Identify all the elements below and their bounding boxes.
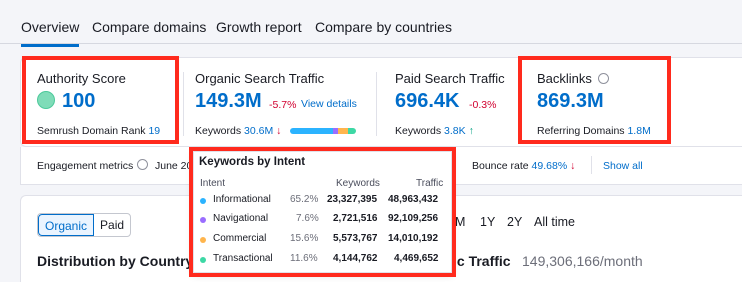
engagement-label: Engagement metrics (37, 160, 134, 172)
intent-bar-informational (290, 128, 334, 134)
show-all-link[interactable]: Show all (603, 160, 643, 172)
organic-traffic-monthly: 149,306,166/month (522, 253, 643, 269)
organic-traffic-heading: ic Traffic (453, 253, 511, 269)
paid-keywords-value[interactable]: 3.8K (444, 125, 466, 137)
bounce-rate: Bounce rate 49.68% ↓ (472, 160, 575, 172)
organic-paid-toggle: Organic Paid (37, 213, 132, 237)
paid-keywords-label: Keywords (395, 125, 442, 137)
divider (591, 156, 592, 174)
range-2y[interactable]: 2Y (507, 215, 522, 229)
organic-traffic-title: Organic Search Traffic (195, 71, 325, 86)
organic-keywords: Keywords 30.6M ↓ (195, 125, 281, 137)
tab-compare-domains[interactable]: Compare domains (92, 19, 206, 35)
intent-bar-transactional (348, 128, 356, 134)
highlight-keywords-intent (189, 147, 456, 277)
tab-compare-by-countries[interactable]: Compare by countries (315, 19, 452, 35)
divider (183, 72, 184, 136)
paid-traffic-value[interactable]: 696.4K (395, 90, 460, 113)
paid-change: -0.3% (469, 99, 497, 111)
tab-growth-report[interactable]: Growth report (216, 19, 302, 35)
tab-bar: Overview Compare domains Growth report C… (0, 0, 742, 47)
highlight-backlinks (518, 56, 671, 144)
engagement-date[interactable]: June 20 (155, 160, 192, 172)
paid-traffic-title: Paid Search Traffic (395, 71, 505, 86)
organic-traffic-value[interactable]: 149.3M (195, 90, 262, 113)
arrow-down-icon: ↓ (276, 125, 282, 137)
paid-keywords: Keywords 3.8K ↑ (395, 125, 474, 137)
organic-keywords-label: Keywords (195, 125, 242, 137)
intent-bar[interactable] (290, 128, 356, 134)
globe-icon (137, 159, 148, 170)
toggle-paid[interactable]: Paid (94, 214, 130, 236)
divider (376, 72, 377, 136)
bounce-rate-label: Bounce rate (472, 160, 529, 172)
highlight-authority-score (22, 56, 179, 144)
range-month[interactable]: M (455, 215, 465, 229)
range-all-time[interactable]: All time (534, 215, 575, 229)
toggle-organic[interactable]: Organic (38, 214, 95, 236)
organic-keywords-value[interactable]: 30.6M (244, 125, 273, 137)
view-details-link[interactable]: View details (301, 98, 357, 110)
bounce-rate-value[interactable]: 49.68% (532, 160, 568, 172)
organic-change: -5.7% (269, 99, 297, 111)
intent-bar-commercial (338, 128, 349, 134)
arrow-up-icon: ↑ (468, 125, 474, 137)
distribution-title: Distribution by Country (37, 253, 194, 269)
range-1y[interactable]: 1Y (480, 215, 495, 229)
tab-overview[interactable]: Overview (21, 19, 80, 47)
arrow-down-icon: ↓ (570, 160, 576, 172)
